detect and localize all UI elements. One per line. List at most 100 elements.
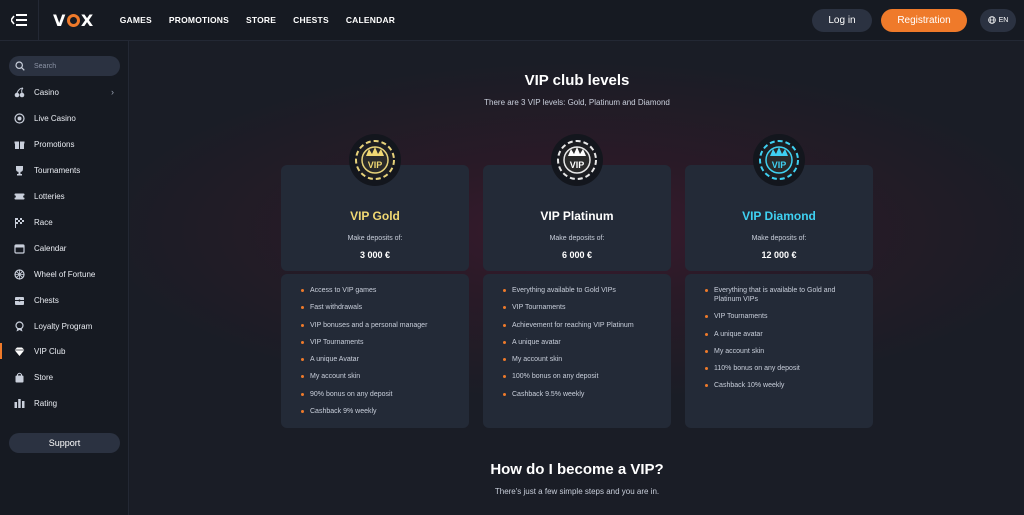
flag-icon [14, 217, 25, 228]
sidebar: Search Casino › Live Casino Promotions T… [0, 41, 129, 515]
vox-logo[interactable]: V X [53, 11, 94, 30]
sidebar-item-label: Live Casino [34, 113, 76, 123]
vip-diamond-chip-icon: VIP [753, 134, 805, 186]
deposit-amount: 3 000 € [359, 250, 391, 260]
vip-level-name: VIP Diamond [742, 209, 816, 223]
how-to-become-vip-title: How do I become a VIP? [490, 461, 664, 478]
globe-icon [987, 16, 996, 24]
calendar-icon [14, 243, 25, 254]
perk-item: A unique Avatar [301, 355, 459, 364]
language-code: EN [998, 16, 1009, 24]
how-to-become-vip-subtitle: There's just a few simple steps and you … [494, 487, 660, 496]
sidebar-item-race[interactable]: Race [0, 212, 128, 232]
search-placeholder: Search [34, 62, 57, 70]
nav-store[interactable]: STORE [246, 15, 276, 25]
header-actions: Log in Registration EN [812, 8, 1016, 32]
bag-icon [14, 372, 25, 383]
sidebar-item-label: VIP Club [34, 346, 66, 356]
top-header: V X GAMES PROMOTIONS STORE CHESTS CALEND… [0, 0, 1024, 41]
sidebar-item-label: Store [34, 372, 54, 382]
sidebar-item-loyalty-program[interactable]: Loyalty Program [0, 316, 128, 336]
sidebar-item-label: Casino [34, 87, 59, 97]
vip-gold-perks: Access to VIP games Fast withdrawals VIP… [281, 274, 469, 428]
registration-button[interactable]: Registration [881, 8, 967, 32]
diamond-icon [14, 346, 25, 357]
logo-o-ring [66, 13, 80, 27]
perk-item: VIP Tournaments [301, 338, 459, 347]
nav-chests[interactable]: CHESTS [293, 15, 329, 25]
search-input[interactable]: Search [9, 56, 120, 76]
perk-item: 110% bonus on any deposit [705, 364, 863, 373]
badge-vip-text: VIP [772, 160, 787, 170]
sidebar-item-label: Chests [34, 295, 59, 305]
deposit-label: Make deposits of: [347, 235, 403, 242]
perk-item: My account skin [503, 355, 661, 364]
menu-collapse-icon [11, 14, 27, 26]
perk-item: Everything available to Gold VIPs [503, 286, 661, 295]
page-subtitle: There are 3 VIP levels: Gold, Platinum a… [484, 98, 670, 107]
sidebar-item-lotteries[interactable]: Lotteries [0, 186, 128, 206]
support-button[interactable]: Support [9, 433, 120, 453]
perk-item: Cashback 9.5% weekly [503, 390, 661, 399]
sidebar-item-label: Loyalty Program [34, 321, 93, 331]
chevron-right-icon: › [111, 87, 114, 97]
perk-item: 90% bonus on any deposit [301, 390, 459, 399]
rating-icon [14, 398, 25, 409]
perk-item: 100% bonus on any deposit [503, 372, 661, 381]
perk-item: VIP Tournaments [705, 312, 863, 321]
wheel-icon [14, 268, 25, 280]
language-selector[interactable]: EN [980, 8, 1016, 32]
deposit-amount: 6 000 € [561, 250, 593, 260]
sidebar-item-casino[interactable]: Casino › [0, 82, 128, 102]
sidebar-item-label: Lotteries [34, 191, 65, 201]
perk-item: Fast withdrawals [301, 303, 459, 312]
main-nav: GAMES PROMOTIONS STORE CHESTS CALENDAR [120, 15, 412, 25]
gift-icon [14, 139, 25, 150]
vip-diamond-perks: Everything that is available to Gold and… [685, 274, 873, 428]
sidebar-item-label: Race [34, 217, 53, 227]
perk-item: A unique avatar [705, 330, 863, 339]
login-button[interactable]: Log in [812, 8, 872, 32]
sidebar-item-live-casino[interactable]: Live Casino [0, 108, 128, 128]
logo-letter-x: X [80, 10, 94, 30]
sidebar-item-promotions[interactable]: Promotions [0, 134, 128, 154]
vip-platinum-chip-icon: VIP [551, 134, 603, 186]
perk-item: Achievement for reaching VIP Platinum [503, 321, 661, 330]
ticket-icon [14, 191, 25, 202]
vip-level-name: VIP Platinum [540, 209, 614, 223]
sidebar-item-label: Calendar [34, 243, 67, 253]
live-icon [14, 112, 25, 124]
logo-letter-v: V [53, 10, 66, 30]
sidebar-item-label: Rating [34, 398, 58, 408]
sidebar-item-wheel-of-fortune[interactable]: Wheel of Fortune [0, 264, 128, 284]
deposit-amount: 12 000 € [761, 250, 797, 260]
perk-item: Everything that is available to Gold and… [705, 286, 863, 304]
menu-toggle-button[interactable] [0, 0, 39, 40]
sidebar-item-label: Tournaments [34, 165, 81, 175]
perk-item: A unique avatar [503, 338, 661, 347]
vip-level-name: VIP Gold [350, 209, 400, 223]
badge-vip-text: VIP [570, 160, 585, 170]
perk-item: VIP Tournaments [503, 303, 661, 312]
nav-promotions[interactable]: PROMOTIONS [169, 15, 229, 25]
vip-gold-chip-icon: VIP [349, 134, 401, 186]
perk-item: Cashback 9% weekly [301, 407, 459, 416]
sidebar-item-tournaments[interactable]: Tournaments [0, 160, 128, 180]
search-icon [15, 61, 25, 71]
sidebar-item-store[interactable]: Store [0, 367, 128, 387]
perk-item: Access to VIP games [301, 286, 459, 295]
sidebar-item-vip-club[interactable]: VIP Club [0, 341, 128, 361]
perk-item: VIP bonuses and a personal manager [301, 321, 459, 330]
sidebar-item-rating[interactable]: Rating [0, 393, 128, 413]
perk-item: My account skin [705, 347, 863, 356]
sidebar-item-calendar[interactable]: Calendar [0, 238, 128, 258]
nav-calendar[interactable]: CALENDAR [346, 15, 395, 25]
perk-item: Cashback 10% weekly [705, 381, 863, 390]
badge-vip-text: VIP [368, 160, 383, 170]
sidebar-item-label: Wheel of Fortune [34, 269, 96, 279]
deposit-label: Make deposits of: [751, 235, 807, 242]
sidebar-item-label: Promotions [34, 139, 75, 149]
trophy-icon [14, 165, 25, 176]
nav-games[interactable]: GAMES [120, 15, 152, 25]
sidebar-item-chests[interactable]: Chests [0, 290, 128, 310]
